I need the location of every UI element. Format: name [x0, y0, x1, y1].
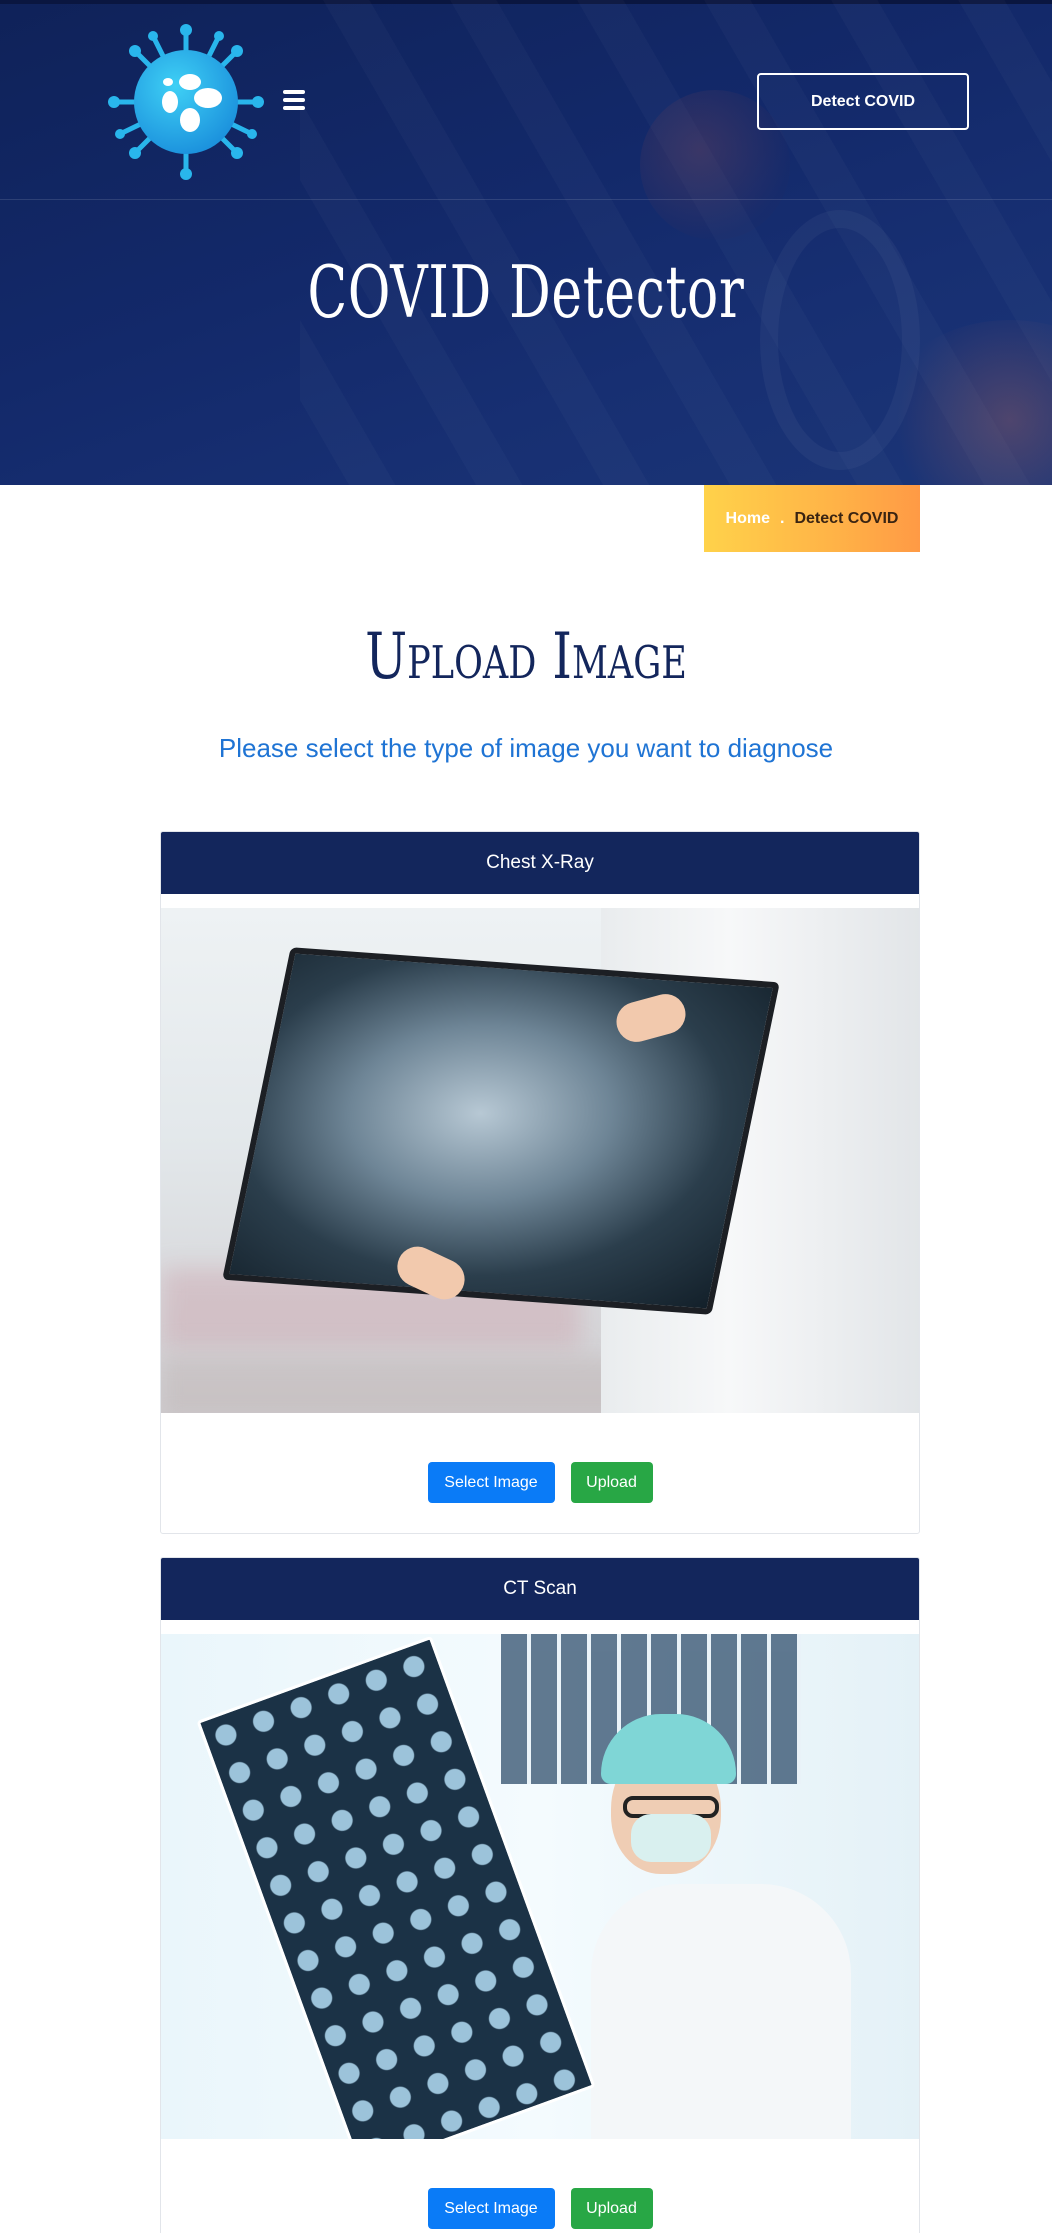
select-image-button[interactable]: Select Image: [427, 2188, 555, 2229]
select-image-button[interactable]: Select Image: [427, 1462, 555, 1503]
header-divider: [0, 199, 1052, 200]
section-subtitle: Please select the type of image you want…: [218, 733, 834, 763]
virus-logo-icon[interactable]: [108, 24, 264, 180]
breadcrumb: Home . Detect COVID: [704, 485, 920, 552]
breadcrumb-separator: .: [779, 509, 785, 527]
upload-button[interactable]: Upload: [570, 2188, 653, 2229]
page-title: COVID Detector: [307, 250, 745, 334]
breadcrumb-current: Detect COVID: [794, 509, 899, 527]
card-header: CT Scan: [161, 1558, 919, 1620]
hero-background-ring: [760, 210, 920, 470]
upload-button[interactable]: Upload: [570, 1462, 653, 1503]
breadcrumb-home-link[interactable]: Home: [726, 510, 770, 528]
card-actions: Select Image Upload: [161, 1413, 919, 1503]
section-title: Upload Image: [365, 620, 687, 694]
chest-xray-image: [161, 908, 919, 1413]
detect-covid-button[interactable]: Detect COVID: [757, 73, 969, 130]
ct-scan-card: CT Scan Select Image Upload: [160, 1557, 920, 2233]
ct-scan-image: [161, 1634, 919, 2139]
hero-banner: Detect COVID COVID Detector: [0, 0, 1052, 485]
card-header: Chest X-Ray: [161, 832, 919, 894]
card-actions: Select Image Upload: [161, 2139, 919, 2229]
chest-xray-card: Chest X-Ray Select Image Upload: [160, 831, 920, 1534]
hamburger-menu-icon[interactable]: [283, 90, 305, 110]
